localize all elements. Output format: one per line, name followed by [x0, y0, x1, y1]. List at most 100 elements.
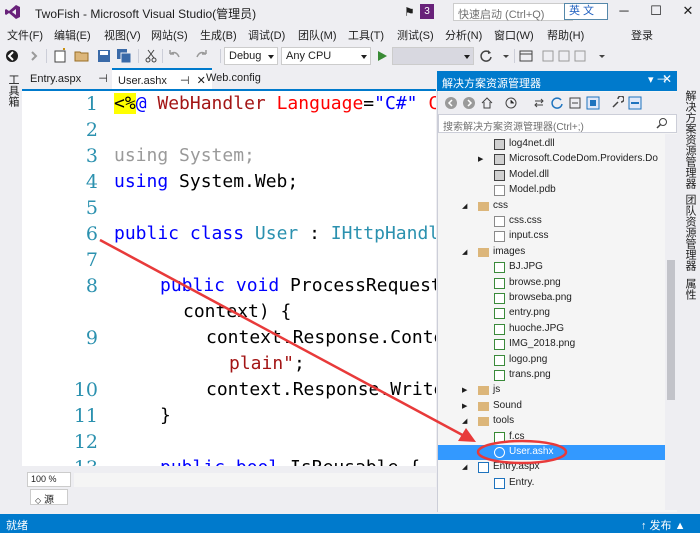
tree-item[interactable]: ▶ Sound	[438, 399, 665, 414]
line-number: 9	[85, 327, 98, 349]
new-project-icon[interactable]	[52, 48, 68, 64]
sync-icon[interactable]	[532, 96, 546, 110]
back-icon[interactable]	[444, 96, 458, 110]
tree-item[interactable]: input.css	[438, 229, 665, 244]
solution-explorer-search-input[interactable]: 搜索解决方案资源管理器(Ctrl+;)	[438, 114, 677, 133]
zoom-select[interactable]: 100 %	[27, 472, 71, 487]
refresh-icon[interactable]	[550, 96, 564, 110]
comment-out-icon[interactable]	[556, 48, 572, 64]
tree-item[interactable]: css.css	[438, 214, 665, 229]
collapse-arrow-icon[interactable]: ◢	[462, 463, 467, 471]
tree-item[interactable]: trans.png	[438, 368, 665, 383]
expand-arrow-icon[interactable]: ▶	[478, 155, 483, 163]
menu-help[interactable]: 帮助(H)	[547, 27, 584, 43]
save-all-icon[interactable]	[116, 48, 132, 64]
tree-item[interactable]: Model.pdb	[438, 183, 665, 198]
solution-explorer-side-tab[interactable]: 解决方案资源管理器	[683, 90, 696, 189]
sign-in-link[interactable]: 登录	[631, 27, 653, 43]
tree-item[interactable]: entry.png	[438, 306, 665, 321]
collapse-arrow-icon[interactable]: ◢	[462, 417, 467, 425]
expand-arrow-icon[interactable]: ▶	[462, 402, 467, 410]
source-view-tab[interactable]: ◇ 源	[30, 489, 68, 506]
tree-item[interactable]: Entry.	[438, 476, 665, 491]
tree-item[interactable]: ◢ Entry.aspx	[438, 460, 665, 475]
solution-configuration-select[interactable]: Debug	[224, 47, 278, 65]
horizontal-scrollbar[interactable]	[74, 473, 436, 487]
tree-item[interactable]: log4net.dll	[438, 137, 665, 152]
open-folder-icon[interactable]	[74, 48, 90, 64]
menu-window[interactable]: 窗口(W)	[494, 27, 534, 43]
tree-item[interactable]: browse.png	[438, 276, 665, 291]
tab-user-ashx[interactable]: User.ashx ⊣ ✕	[112, 68, 212, 89]
menu-file[interactable]: 文件(F)	[7, 27, 43, 43]
quick-launch-input[interactable]: 快速启动 (Ctrl+Q)	[453, 3, 573, 21]
tab-entry-aspx[interactable]: Entry.aspx ⊣	[24, 68, 114, 89]
close-button[interactable]: ✕	[680, 4, 696, 18]
notification-badge[interactable]: 3	[420, 4, 434, 19]
menu-edit[interactable]: 编辑(E)	[54, 27, 91, 43]
pin-icon[interactable]: ⊣	[180, 75, 190, 87]
maximize-button[interactable]: ☐	[648, 4, 664, 18]
history-icon[interactable]	[504, 96, 518, 110]
properties-wrench-icon[interactable]	[610, 96, 624, 110]
show-all-files-icon[interactable]	[586, 96, 600, 110]
solution-platform-select[interactable]: Any CPU	[281, 47, 371, 65]
save-icon[interactable]	[96, 48, 112, 64]
collapse-all-icon[interactable]	[568, 96, 582, 110]
uncomment-icon[interactable]	[572, 48, 588, 64]
undo-icon[interactable]	[166, 48, 182, 64]
publish-button[interactable]: ↑ 发布 ▲	[641, 517, 686, 533]
menu-debug[interactable]: 调试(D)	[248, 27, 285, 43]
tree-item[interactable]: ◢ images	[438, 245, 665, 260]
tree-item[interactable]: browseba.png	[438, 291, 665, 306]
feedback-flag-icon[interactable]: ⚑	[404, 5, 415, 19]
toolbar-options-icon[interactable]	[594, 48, 610, 64]
tree-item[interactable]: ◢ css	[438, 199, 665, 214]
tab-web-config[interactable]: Web.config	[200, 68, 267, 89]
collapse-arrow-icon[interactable]: ◢	[462, 248, 467, 256]
dropdown-arrow-icon[interactable]	[498, 48, 514, 64]
home-icon[interactable]	[480, 96, 494, 110]
forward-arrow-icon[interactable]	[26, 48, 42, 64]
menu-view[interactable]: 视图(V)	[104, 27, 141, 43]
tree-item[interactable]: BJ.JPG	[438, 260, 665, 275]
menu-team[interactable]: 团队(M)	[298, 27, 337, 43]
back-arrow-icon[interactable]	[4, 48, 20, 64]
start-debugging-icon[interactable]	[374, 48, 390, 64]
minimize-button[interactable]: ─	[616, 4, 632, 18]
menu-analyze[interactable]: 分析(N)	[445, 27, 482, 43]
tree-item[interactable]: logo.png	[438, 353, 665, 368]
panel-close-icon[interactable]: ✕	[662, 72, 672, 86]
tree-item[interactable]: Model.dll	[438, 168, 665, 183]
pin-icon[interactable]: ⊣	[98, 73, 108, 85]
browser-select-blurred[interactable]	[392, 47, 474, 65]
tree-item[interactable]: IMG_2018.png	[438, 337, 665, 352]
browser-link-icon[interactable]	[518, 48, 534, 64]
line-number: 3	[85, 145, 98, 167]
collapse-arrow-icon[interactable]: ◢	[462, 202, 467, 210]
scrollbar-thumb[interactable]	[667, 260, 675, 400]
preview-selected-icon[interactable]	[628, 96, 642, 110]
expand-arrow-icon[interactable]: ▶	[462, 386, 467, 394]
forward-icon[interactable]	[462, 96, 476, 110]
cut-icon[interactable]	[143, 48, 159, 64]
refresh-icon[interactable]	[478, 48, 494, 64]
tree-item[interactable]: ▶ Microsoft.CodeDom.Providers.Do	[438, 152, 665, 167]
tree-item[interactable]: f.cs	[438, 430, 665, 445]
menu-build[interactable]: 生成(B)	[200, 27, 237, 43]
menu-test[interactable]: 测试(S)	[397, 27, 434, 43]
menu-website[interactable]: 网站(S)	[151, 27, 188, 43]
search-icon[interactable]	[656, 117, 668, 129]
tree-item-label: Model.pdb	[509, 184, 556, 196]
line-number: 10	[73, 379, 98, 401]
tree-item[interactable]: ◢ tools	[438, 414, 665, 429]
tree-item[interactable]: huoche.JPG	[438, 322, 665, 337]
toolbox-tab[interactable]: 工具箱	[6, 74, 19, 107]
tree-item[interactable]: ▶ js	[438, 383, 665, 398]
menu-tools[interactable]: 工具(T)	[348, 27, 384, 43]
team-explorer-side-tab[interactable]: 团队资源管理器	[683, 194, 696, 271]
properties-side-tab[interactable]: 属性	[683, 278, 696, 300]
bookmark-icon[interactable]	[540, 48, 556, 64]
redo-icon[interactable]	[194, 48, 210, 64]
tree-item[interactable]: User.ashx	[438, 445, 665, 460]
